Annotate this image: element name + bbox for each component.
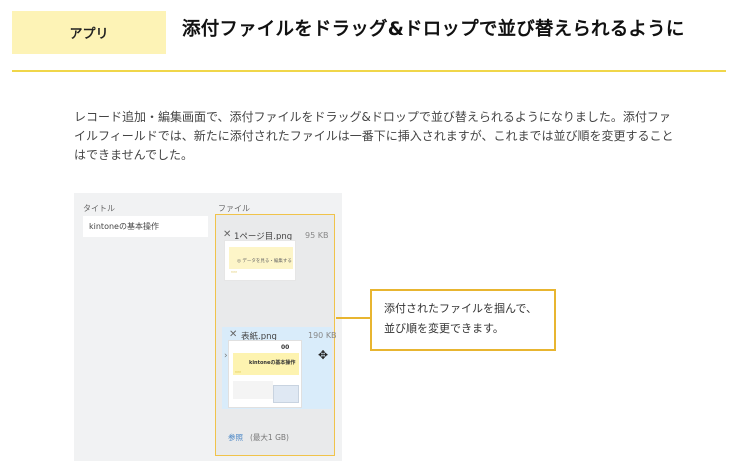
title-input[interactable]: kintoneの基本操作 — [83, 216, 208, 237]
callout-box: 添付されたファイルを掴んで、 並び順を変更できます。 — [370, 289, 556, 351]
thumbnail-title: kintoneの基本操作 — [249, 360, 296, 366]
attachment-thumbnail: kintoneの基本操作 00 ᵔᵔᵔ — [228, 340, 302, 408]
thumbnail-number: 00 — [281, 344, 290, 351]
callout-line: 添付されたファイルを掴んで、 — [384, 302, 538, 315]
chevron-left-icon: › — [224, 351, 228, 361]
callout-connector — [336, 317, 371, 319]
thumbnail-lines — [233, 381, 273, 399]
page-title: 添付ファイルをドラッグ&ドロップで並び替えられるように — [182, 19, 685, 40]
title-input-value: kintoneの基本操作 — [89, 222, 159, 231]
file-field-label: ファイル — [218, 204, 250, 213]
thumbnail-text: ◎ データを見る・編集する — [237, 259, 292, 264]
close-icon[interactable]: ✕ — [229, 329, 237, 340]
max-size-note: (最大1 GB) — [250, 433, 289, 442]
title-field-label: タイトル — [83, 204, 115, 213]
thumbnail-mascot: ᵔᵔᵔ — [231, 271, 238, 277]
close-icon[interactable]: ✕ — [223, 229, 231, 240]
category-badge-label: アプリ — [69, 27, 109, 42]
feature-description: レコード追加・編集画面で、添付ファイルをドラッグ&ドロップで並び替えられるように… — [74, 110, 674, 162]
category-badge: アプリ — [12, 11, 166, 54]
title-divider — [12, 70, 726, 72]
thumbnail-image — [273, 385, 299, 403]
attachment-filesize: 190 KB — [308, 331, 337, 340]
move-cursor-icon[interactable]: ✥ — [318, 348, 328, 362]
attachment-thumbnail: ◎ データを見る・編集する ᵔᵔᵔ — [224, 240, 296, 281]
browse-link[interactable]: 参照 — [228, 432, 243, 443]
attachment-filesize: 95 KB — [305, 231, 329, 240]
thumbnail-mascot: ᵔᵔᵔ — [235, 371, 242, 377]
callout-line: 並び順を変更できます。 — [384, 322, 504, 335]
